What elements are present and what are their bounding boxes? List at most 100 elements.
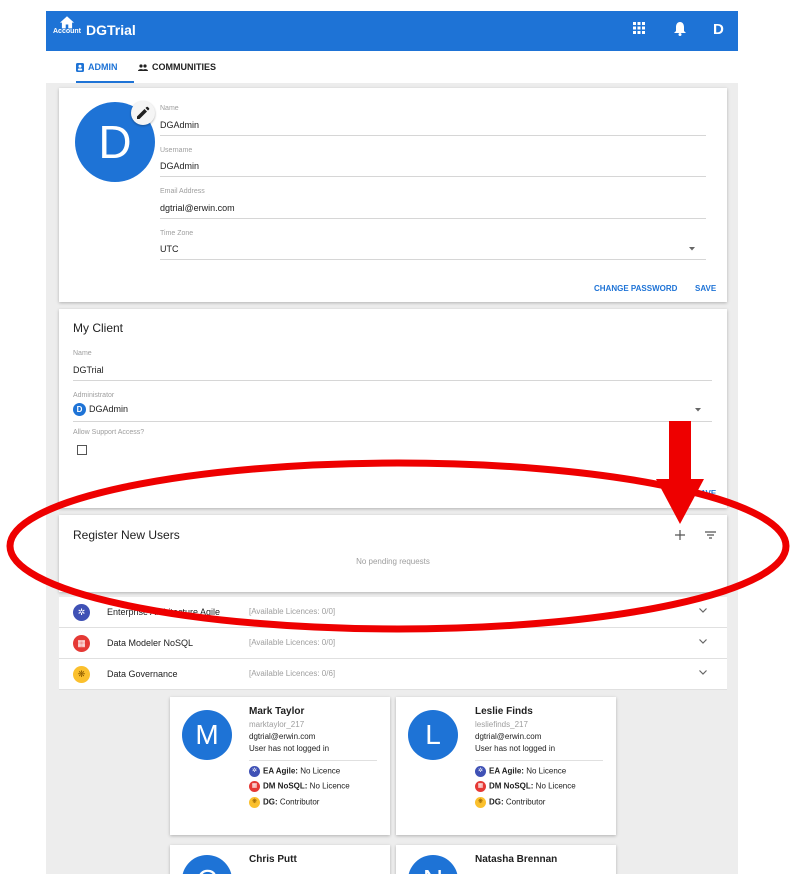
user-licence-dg: ❋ DG: Contributor: [475, 797, 545, 808]
people-icon: [138, 64, 148, 71]
bell-icon[interactable]: [674, 22, 686, 36]
licence-row-ea[interactable]: ✲ Enterprise Architecture Agile [Availab…: [59, 597, 727, 628]
change-password-button[interactable]: CHANGE PASSWORD: [594, 284, 677, 293]
user-divider: [249, 760, 377, 761]
chevron-down-icon[interactable]: [699, 639, 707, 644]
client-save-button[interactable]: SAVE: [695, 489, 716, 498]
account-label: Account: [53, 28, 81, 35]
app-title: DGTrial: [86, 22, 136, 38]
client-title: My Client: [73, 321, 124, 335]
tab-admin[interactable]: ADMIN: [76, 51, 134, 83]
edit-avatar-button[interactable]: [131, 101, 155, 125]
user-licence-dm: ▦ DM NoSQL: No Licence: [249, 781, 350, 792]
user-avatar: L: [408, 710, 458, 760]
client-name-underline: [73, 380, 712, 381]
user-licence-dm: ▦ DM NoSQL: No Licence: [475, 781, 576, 792]
user-avatar: N: [408, 855, 458, 874]
apps-grid-icon[interactable]: [633, 22, 645, 34]
user-name: Leslie Finds: [475, 706, 533, 717]
licence-row-dm[interactable]: ▦ Data Modeler NoSQL [Available Licences…: [59, 628, 727, 659]
client-name-input[interactable]: DGTrial: [73, 365, 104, 375]
dm-icon: ▦: [475, 781, 486, 792]
user-handle: lesliefinds_217: [475, 720, 528, 729]
support-access-label: Allow Support Access?: [73, 429, 145, 436]
dg-icon: ❋: [249, 797, 260, 808]
tab-communities-label: COMMUNITIES: [152, 62, 216, 72]
administrator-select[interactable]: D DGAdmin: [73, 403, 128, 416]
tab-communities[interactable]: COMMUNITIES: [138, 51, 216, 83]
client-card: My Client Name DGTrial Administrator D DG…: [59, 309, 727, 508]
account-home-button[interactable]: Account: [52, 15, 82, 47]
administrator-underline: [73, 421, 712, 422]
name-underline: [160, 135, 706, 136]
user-menu[interactable]: D: [713, 21, 724, 38]
profile-card: D Name DGAdmin Username DGAdmin Email Ad…: [59, 88, 727, 302]
licence-available: [Available Licences: 0/0]: [249, 607, 336, 616]
user-licence-ea: ✲ EA Agile: No Licence: [249, 766, 340, 777]
administrator-label: Administrator: [73, 392, 115, 399]
user-name: Natasha Brennan: [475, 854, 558, 865]
ea-icon: ✲: [249, 766, 260, 777]
name-input[interactable]: DGAdmin: [160, 120, 199, 130]
user-handle: marktaylor_217: [249, 720, 305, 729]
licence-name: Enterprise Architecture Agile: [107, 607, 221, 617]
pencil-icon: [137, 106, 150, 119]
dm-icon: ▦: [249, 781, 260, 792]
ea-icon: ✲: [73, 604, 90, 621]
dg-icon: ❋: [475, 797, 486, 808]
administrator-dropdown-arrow-icon[interactable]: [695, 408, 701, 412]
email-underline: [160, 218, 706, 219]
user-card[interactable]: N Natasha Brennan: [396, 845, 616, 874]
app-frame: Account DGTrial D ADMIN COMMUNITIES D Na…: [46, 11, 738, 874]
tab-bar: ADMIN COMMUNITIES: [46, 51, 738, 83]
licence-name: Data Modeler NoSQL: [107, 638, 194, 648]
support-access-checkbox[interactable]: [77, 445, 87, 455]
user-licence-dg: ❋ DG: Contributor: [249, 797, 319, 808]
timezone-underline: [160, 259, 706, 260]
dg-icon: ❋: [73, 666, 90, 683]
user-card[interactable]: M Mark Taylor marktaylor_217 dgtrial@erw…: [170, 697, 390, 835]
add-icon[interactable]: [675, 530, 685, 540]
profile-save-button[interactable]: SAVE: [695, 284, 716, 293]
name-label: Name: [160, 105, 179, 112]
timezone-dropdown-arrow-icon[interactable]: [689, 247, 695, 251]
user-card[interactable]: L Leslie Finds lesliefinds_217 dgtrial@e…: [396, 697, 616, 835]
user-name: Mark Taylor: [249, 706, 305, 717]
user-status: User has not logged in: [475, 744, 556, 753]
licence-available: [Available Licences: 0/6]: [249, 669, 336, 678]
no-pending-requests-text: No pending requests: [356, 557, 430, 566]
dm-icon: ▦: [73, 635, 90, 652]
user-status: User has not logged in: [249, 744, 330, 753]
administrator-name: DGAdmin: [89, 403, 129, 414]
user-email: dgtrial@erwin.com: [475, 732, 542, 741]
administrator-avatar: D: [73, 403, 86, 416]
user-name: Chris Putt: [249, 854, 297, 865]
email-input[interactable]: dgtrial@erwin.com: [160, 203, 235, 213]
user-licence-ea: ✲ EA Agile: No Licence: [475, 766, 566, 777]
email-label: Email Address: [160, 188, 205, 195]
filter-icon[interactable]: [705, 531, 716, 539]
app-bar: Account DGTrial D: [46, 11, 738, 51]
licence-row-dg[interactable]: ❋ Data Governance [Available Licences: 0…: [59, 659, 727, 690]
register-users-card: Register New Users No pending requests: [59, 515, 727, 592]
timezone-select[interactable]: UTC: [160, 244, 179, 254]
chevron-down-icon[interactable]: [699, 608, 707, 613]
licence-name: Data Governance: [107, 669, 178, 679]
user-card[interactable]: C Chris Putt: [170, 845, 390, 874]
user-divider: [475, 760, 603, 761]
username-underline: [160, 176, 706, 177]
timezone-label: Time Zone: [160, 230, 194, 237]
ea-icon: ✲: [475, 766, 486, 777]
username-input[interactable]: DGAdmin: [160, 161, 199, 171]
admin-icon: [76, 63, 84, 72]
chevron-down-icon[interactable]: [699, 670, 707, 675]
username-label: Username: [160, 147, 193, 154]
licence-available: [Available Licences: 0/0]: [249, 638, 336, 647]
tab-admin-label: ADMIN: [88, 62, 118, 72]
register-users-title: Register New Users: [73, 528, 180, 542]
user-email: dgtrial@erwin.com: [249, 732, 316, 741]
home-icon: [60, 16, 74, 29]
user-avatar: M: [182, 710, 232, 760]
client-name-label: Name: [73, 350, 92, 357]
user-avatar: C: [182, 855, 232, 874]
